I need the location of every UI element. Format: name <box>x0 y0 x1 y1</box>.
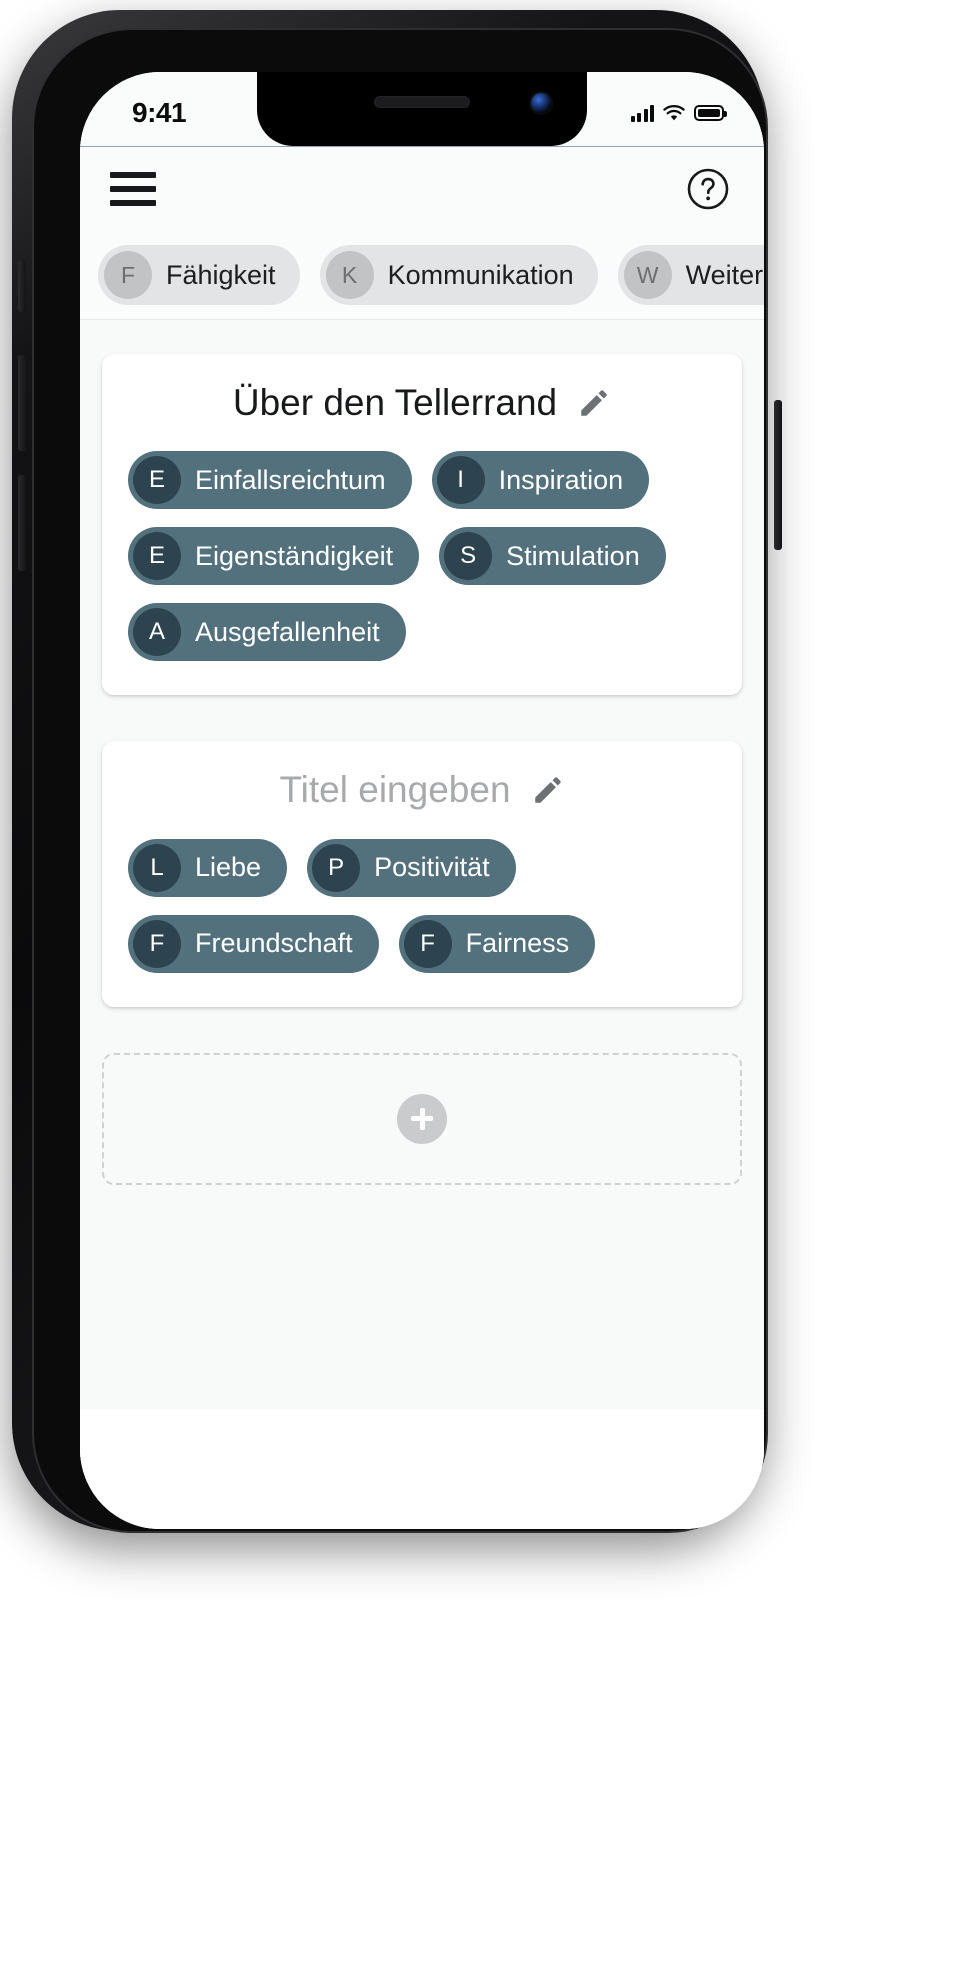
category-chip-avatar: F <box>104 251 152 299</box>
phone-mute-switch[interactable] <box>18 260 26 312</box>
tag-avatar: P <box>312 843 361 892</box>
value-card[interactable]: Titel eingeben L Liebe P Positivität F F… <box>102 741 742 1007</box>
tag-label: Inspiration <box>498 464 624 495</box>
status-bar-icons <box>630 104 727 122</box>
phone-power-button[interactable] <box>774 400 782 550</box>
appbar-top-hairline <box>80 146 764 147</box>
category-chip-avatar: W <box>623 251 672 299</box>
tag-label: Freundschaft <box>195 928 353 959</box>
tag-label: Liebe <box>195 852 262 883</box>
app-container: F Fähigkeit K Kommunikation W Weiterentw… <box>80 72 764 1529</box>
tag-avatar: E <box>133 532 181 581</box>
tag-chip[interactable]: P Positivität <box>307 838 516 897</box>
card-title[interactable]: Titel eingeben <box>279 769 510 810</box>
tag-chip[interactable]: L Liebe <box>128 838 288 897</box>
content-scroll-area[interactable]: Über den Tellerrand E Einfallsreichtum I… <box>80 320 764 1529</box>
tag-avatar: E <box>133 456 181 505</box>
phone-screen: F Fähigkeit K Kommunikation W Weiterentw… <box>80 72 764 1529</box>
front-camera-icon <box>531 93 551 113</box>
category-chip-label: Kommunikation <box>387 259 574 290</box>
status-bar-clock: 9:41 <box>132 97 187 128</box>
phone-frame: F Fähigkeit K Kommunikation W Weiterentw… <box>12 10 782 1533</box>
tag-avatar: F <box>403 919 452 968</box>
tag-chip[interactable]: F Freundschaft <box>128 914 379 973</box>
wifi-icon <box>663 104 685 122</box>
tag-label: Stimulation <box>506 540 640 571</box>
tag-avatar: I <box>436 456 485 505</box>
tag-list: E Einfallsreichtum I Inspiration E Eigen… <box>128 451 716 662</box>
tag-label: Eigenständigkeit <box>195 540 394 571</box>
category-chip-label: Fähigkeit <box>166 259 276 290</box>
app-bar <box>80 147 764 231</box>
tag-label: Positivität <box>374 852 490 883</box>
phone-bezel: F Fähigkeit K Kommunikation W Weiterentw… <box>32 28 768 1533</box>
tag-label: Einfallsreichtum <box>195 464 386 495</box>
pencil-edit-icon[interactable] <box>577 386 611 420</box>
tag-label: Ausgefallenheit <box>195 616 380 647</box>
tag-list: L Liebe P Positivität F Freundschaft F F… <box>128 838 716 973</box>
screenshot-root: F Fähigkeit K Kommunikation W Weiterentw… <box>0 0 978 1963</box>
tag-avatar: S <box>444 532 493 581</box>
category-chip-strip[interactable]: F Fähigkeit K Kommunikation W Weiterentw… <box>80 231 764 319</box>
earpiece-speaker <box>374 96 470 108</box>
category-chip-faehigkeit[interactable]: F Fähigkeit <box>98 245 300 305</box>
tag-chip[interactable]: A Ausgefallenheit <box>128 603 406 662</box>
card-header: Titel eingeben <box>128 769 716 810</box>
battery-full-icon <box>694 105 727 121</box>
tag-label: Fairness <box>465 928 570 959</box>
add-card-placeholder[interactable] <box>102 1052 742 1185</box>
card-title[interactable]: Über den Tellerrand <box>233 382 557 423</box>
cellular-signal-icon <box>630 104 654 122</box>
help-circle-icon[interactable] <box>686 167 730 211</box>
value-card[interactable]: Über den Tellerrand E Einfallsreichtum I… <box>102 354 742 696</box>
phone-volume-up-button[interactable] <box>18 355 26 451</box>
tag-chip[interactable]: E Eigenständigkeit <box>128 527 420 586</box>
tag-avatar: A <box>133 608 181 657</box>
category-chip-weiterentwicklung[interactable]: W Weiterentwicklung <box>617 245 764 305</box>
category-chip-kommunikation[interactable]: K Kommunikation <box>319 245 598 305</box>
category-chip-avatar: K <box>325 251 374 299</box>
tag-chip[interactable]: I Inspiration <box>431 451 650 510</box>
tag-chip[interactable]: E Einfallsreichtum <box>128 451 412 510</box>
plus-icon[interactable] <box>397 1093 447 1144</box>
tag-chip[interactable]: S Stimulation <box>439 527 666 586</box>
bottom-sheet-area <box>80 1409 764 1529</box>
hamburger-menu-icon[interactable] <box>110 172 156 206</box>
category-chip-label: Weiterentwicklung <box>685 259 764 290</box>
tag-avatar: L <box>133 843 181 892</box>
pencil-edit-icon[interactable] <box>531 773 565 807</box>
phone-notch <box>257 72 587 146</box>
card-header: Über den Tellerrand <box>128 382 716 423</box>
tag-avatar: F <box>133 919 181 968</box>
tag-chip[interactable]: F Fairness <box>398 914 596 973</box>
phone-volume-down-button[interactable] <box>18 475 26 571</box>
